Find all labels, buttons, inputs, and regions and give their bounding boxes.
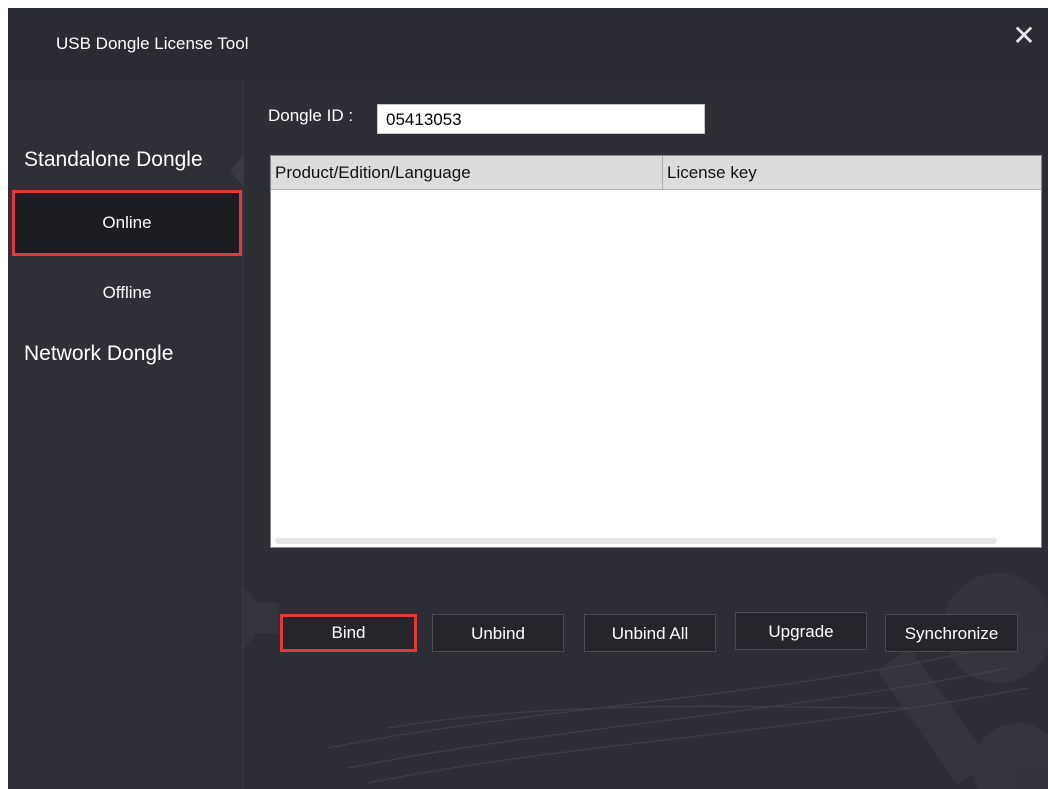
upgrade-button[interactable]: Upgrade bbox=[735, 612, 867, 650]
dongle-id-field[interactable]: 05413053 bbox=[377, 104, 705, 134]
dongle-id-label: Dongle ID : bbox=[268, 106, 354, 125]
unbind-all-button[interactable]: Unbind All bbox=[584, 614, 716, 652]
bind-button[interactable]: Bind bbox=[280, 614, 417, 652]
sidebar-item-online[interactable]: Online bbox=[12, 190, 242, 256]
unbind-button[interactable]: Unbind bbox=[432, 614, 564, 652]
selected-indicator-arrow bbox=[230, 155, 244, 187]
horizontal-scrollbar[interactable] bbox=[275, 538, 997, 544]
app-window: USB Dongle License Tool ✕ Standalone Don… bbox=[8, 8, 1048, 789]
synchronize-button[interactable]: Synchronize bbox=[885, 614, 1018, 652]
close-icon[interactable]: ✕ bbox=[1008, 20, 1040, 52]
sidebar-group-network-dongle[interactable]: Network Dongle bbox=[24, 342, 173, 366]
title-bar: USB Dongle License Tool ✕ bbox=[8, 8, 1048, 80]
table-header: Product/Edition/Language License key bbox=[271, 156, 1041, 190]
sidebar bbox=[8, 80, 243, 789]
window-title: USB Dongle License Tool bbox=[56, 34, 249, 53]
license-table: Product/Edition/Language License key bbox=[270, 155, 1042, 548]
sidebar-item-offline[interactable]: Offline bbox=[12, 260, 242, 326]
column-header-license-key[interactable]: License key bbox=[663, 156, 1041, 189]
column-header-product[interactable]: Product/Edition/Language bbox=[271, 156, 663, 189]
sidebar-group-standalone-dongle: Standalone Dongle bbox=[24, 148, 203, 171]
